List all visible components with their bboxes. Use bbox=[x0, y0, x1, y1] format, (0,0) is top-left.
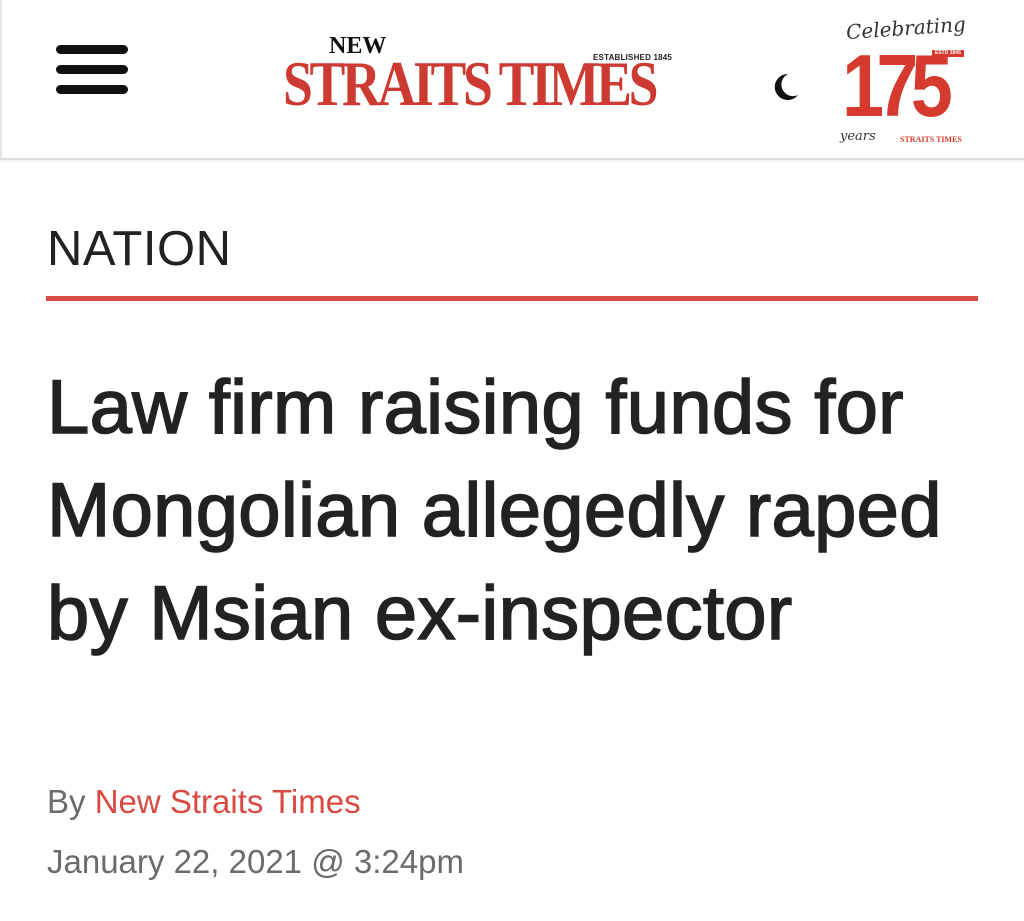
hamburger-menu-icon[interactable] bbox=[56, 44, 130, 100]
badge-established-tag: ESTD 1845 bbox=[932, 50, 964, 57]
logo-name-text: STRAITS TIMES bbox=[283, 48, 659, 119]
moon-svg bbox=[774, 73, 798, 100]
crescent-moon-icon[interactable] bbox=[766, 68, 804, 106]
header-left-edge bbox=[0, 0, 2, 160]
byline: By New Straits Times bbox=[47, 782, 361, 822]
site-logo[interactable]: NEW ESTABLISHED 1845 STRAITS TIMES bbox=[283, 32, 743, 119]
badge-years-text: years bbox=[840, 129, 876, 144]
publish-date: January 22, 2021 @ 3:24pm bbox=[47, 843, 464, 880]
site-header: NEW ESTABLISHED 1845 STRAITS TIMES Celeb… bbox=[0, 0, 1024, 160]
author-link[interactable]: New Straits Times bbox=[95, 783, 361, 820]
article-headline: Law firm raising funds for Mongolian all… bbox=[46, 364, 942, 657]
menu-bar-bottom bbox=[56, 85, 128, 94]
section-label[interactable]: NATION bbox=[47, 220, 231, 279]
badge-number: 175 bbox=[842, 36, 953, 135]
menu-bar-top bbox=[56, 45, 128, 54]
section-divider bbox=[46, 296, 978, 301]
anniversary-badge[interactable]: Celebrating 175 ESTD 1845 years STRAITS … bbox=[836, 12, 982, 150]
badge-brand-text: STRAITS TIMES bbox=[900, 135, 962, 144]
menu-bar-middle bbox=[56, 65, 128, 74]
byline-prefix: By bbox=[47, 783, 86, 820]
